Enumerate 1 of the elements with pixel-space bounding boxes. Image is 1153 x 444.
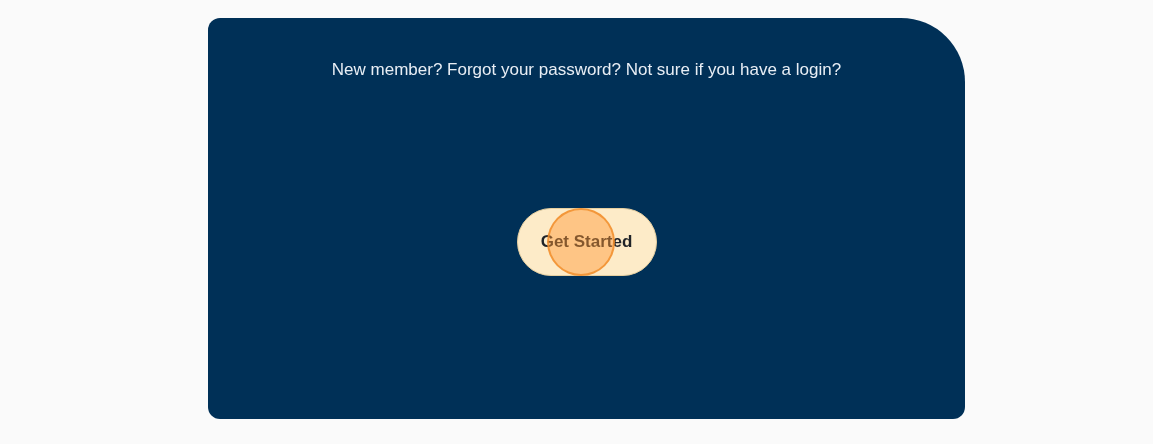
login-prompt: New member? Forgot your password? Not sure if you have a login? xyxy=(331,60,842,80)
